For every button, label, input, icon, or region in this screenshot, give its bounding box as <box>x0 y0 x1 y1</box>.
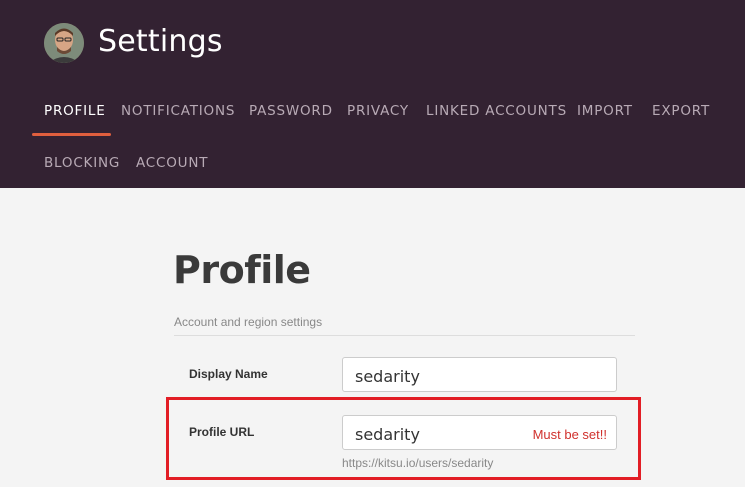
section-subtitle: Account and region settings <box>174 315 323 329</box>
tab-export[interactable]: EXPORT <box>652 103 710 119</box>
active-tab-indicator <box>32 133 111 136</box>
avatar-icon <box>44 23 84 63</box>
user-avatar[interactable] <box>44 23 84 63</box>
tab-linked-accounts[interactable]: LINKED ACCOUNTS <box>426 103 567 119</box>
tab-privacy[interactable]: PRIVACY <box>347 103 409 119</box>
tab-password[interactable]: PASSWORD <box>249 103 333 119</box>
page-title: Profile <box>173 248 311 292</box>
section-divider <box>174 335 635 336</box>
tab-notifications[interactable]: NOTIFICATIONS <box>121 103 235 119</box>
tab-blocking[interactable]: BLOCKING <box>44 155 120 171</box>
display-name-value: sedarity <box>355 367 420 386</box>
tab-import[interactable]: IMPORT <box>577 103 633 119</box>
tab-profile[interactable]: PROFILE <box>44 103 106 119</box>
highlight-box <box>166 397 641 480</box>
app-title: Settings <box>98 24 223 59</box>
display-name-label: Display Name <box>189 367 268 381</box>
tab-account[interactable]: ACCOUNT <box>136 155 208 171</box>
display-name-input[interactable]: sedarity <box>342 357 617 392</box>
settings-header: Settings PROFILE NOTIFICATIONS PASSWORD … <box>0 0 745 188</box>
